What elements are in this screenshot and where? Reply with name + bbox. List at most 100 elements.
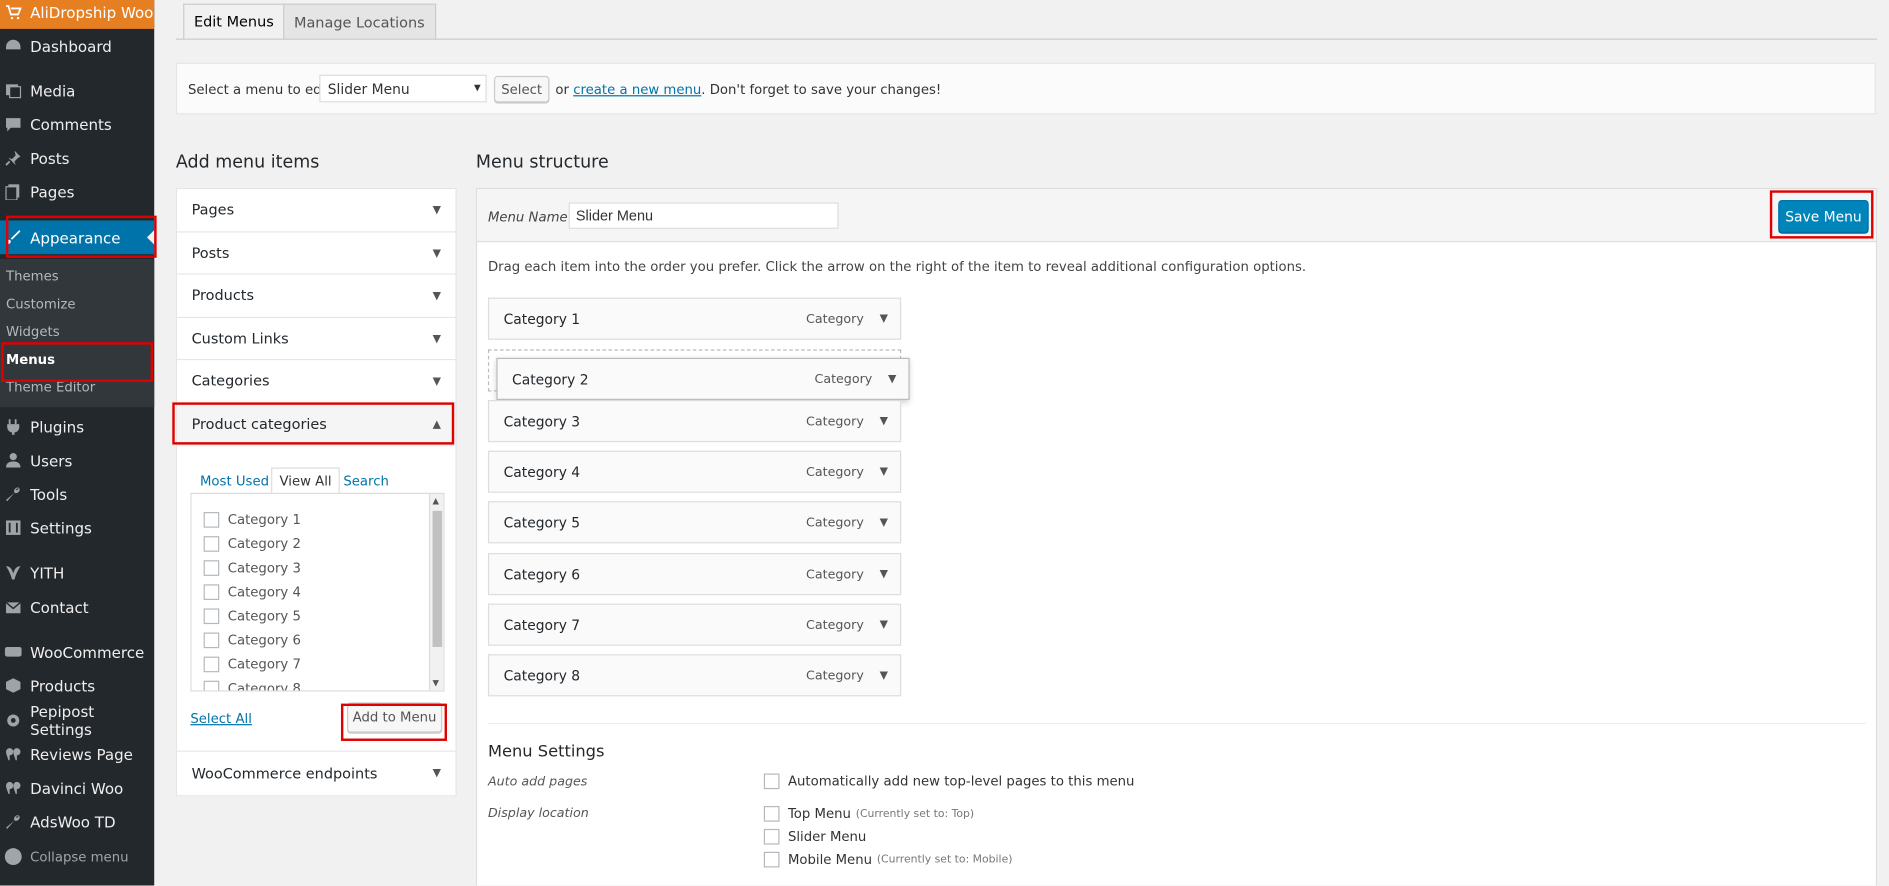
sidebar-item-woocommerce[interactable]: WooCommerce — [0, 635, 154, 669]
section-product-categories[interactable]: Product categories ▲ — [177, 403, 456, 446]
section-custom-links[interactable]: Custom Links ▼ — [177, 317, 456, 361]
tab-manage-locations[interactable]: Manage Locations — [283, 3, 436, 40]
section-posts[interactable]: Posts ▼ — [177, 231, 456, 275]
sidebar-item-appearance[interactable]: Appearance — [0, 220, 155, 255]
sidebar-item-pepipost[interactable]: Pepipost Settings — [0, 702, 154, 739]
checkbox[interactable] — [203, 536, 220, 552]
chevron-down-icon: ▼ — [432, 290, 441, 303]
create-menu-link[interactable]: create a new menu — [573, 82, 701, 98]
sidebar-item-media[interactable]: Media — [0, 73, 154, 107]
add-items-accordion: Pages ▼ Posts ▼ Products ▼ Custom Links ▼ Ca… — [175, 187, 457, 796]
select-all-link[interactable]: Select All — [190, 711, 252, 727]
sidebar-item-products[interactable]: Products — [0, 669, 154, 703]
section-products[interactable]: Products ▼ — [177, 274, 456, 318]
checkbox[interactable] — [203, 608, 220, 625]
checkbox[interactable] — [763, 806, 780, 822]
chevron-down-icon[interactable]: ▼ — [880, 669, 888, 681]
list-item[interactable]: Category 4 — [203, 584, 301, 600]
list-item[interactable]: Category 3 — [203, 560, 301, 576]
sidebar-item-posts[interactable]: Posts — [0, 141, 154, 175]
add-to-menu-button[interactable]: Add to Menu — [346, 702, 443, 733]
list-item[interactable]: Category 1 — [203, 512, 301, 528]
sidebar-item-tools[interactable]: Tools — [0, 477, 154, 511]
section-woocommerce-endpoints[interactable]: WooCommerce endpoints ▼ — [177, 751, 456, 795]
submenu-widgets[interactable]: Widgets — [6, 319, 60, 343]
wrench-icon — [5, 813, 22, 830]
sidebar-item-comments[interactable]: Comments — [0, 107, 154, 141]
yith-icon — [5, 564, 22, 581]
collapse-menu-button[interactable]: Collapse menu — [0, 840, 154, 874]
sidebar-item-label: Reviews Page — [30, 745, 133, 764]
quote-icon — [5, 746, 22, 763]
checkbox[interactable] — [203, 680, 220, 691]
checkbox[interactable] — [763, 828, 780, 845]
menu-item[interactable]: Category 6 Category ▼ — [487, 553, 902, 596]
chevron-down-icon[interactable]: ▼ — [880, 313, 888, 325]
sidebar-item-yith[interactable]: YITH — [0, 555, 154, 589]
sidebar-item-alidropship[interactable]: AliDropship Woo — [0, 0, 155, 29]
pages-icon — [5, 183, 22, 200]
chevron-down-icon[interactable]: ▼ — [888, 373, 896, 385]
submenu-customize[interactable]: Customize — [6, 292, 76, 316]
location-top-menu[interactable]: Top Menu (Currently set to: Top) — [763, 806, 974, 822]
scrollbar-thumb[interactable] — [432, 510, 443, 647]
sidebar-item-users[interactable]: Users — [0, 443, 154, 477]
chevron-down-icon[interactable]: ▼ — [880, 415, 888, 427]
menu-item[interactable]: Category 1 Category ▼ — [487, 297, 902, 340]
list-item[interactable]: Category 8 — [203, 680, 301, 691]
manage-menus-bar: Select a menu to edit: Slider Menu Selec… — [175, 62, 1876, 115]
scrollbar[interactable]: ▲ ▼ — [428, 493, 444, 691]
checkbox[interactable] — [763, 773, 780, 790]
scroll-down-icon[interactable]: ▼ — [433, 678, 439, 688]
select-button[interactable]: Select — [493, 75, 550, 103]
sidebar-item-plugins[interactable]: Plugins — [0, 410, 154, 444]
sidebar-item-adswoo[interactable]: AdsWoo TD — [0, 805, 154, 839]
sidebar-item-contact[interactable]: Contact — [0, 590, 154, 624]
list-item[interactable]: Category 7 — [203, 656, 301, 673]
list-item[interactable]: Category 2 — [203, 536, 301, 552]
menu-item-name: Category 2 — [512, 370, 589, 388]
auto-add-option[interactable]: Automatically add new top-level pages to… — [763, 773, 1134, 790]
chevron-down-icon[interactable]: ▼ — [880, 516, 888, 528]
sidebar-item-label: YITH — [30, 563, 65, 582]
menu-item[interactable]: Category 8 Category ▼ — [487, 654, 902, 697]
checkbox[interactable] — [763, 851, 780, 868]
menu-item-dragging[interactable]: Category 2 Category ▼ — [496, 357, 910, 400]
tab-view-all[interactable]: View All — [271, 467, 341, 496]
tab-edit-menus[interactable]: Edit Menus — [183, 3, 285, 40]
checkbox[interactable] — [203, 584, 220, 600]
sidebar-item-davinci[interactable]: Davinci Woo — [0, 771, 154, 805]
scroll-up-icon[interactable]: ▲ — [433, 496, 439, 506]
list-item[interactable]: Category 6 — [203, 632, 301, 649]
menu-item[interactable]: Category 4 Category ▼ — [487, 450, 902, 493]
location-name: Mobile Menu — [787, 851, 873, 868]
sidebar-item-reviews[interactable]: Reviews Page — [0, 737, 154, 771]
menu-item[interactable]: Category 7 Category ▼ — [487, 603, 902, 646]
checkbox[interactable] — [203, 656, 220, 673]
section-pages[interactable]: Pages ▼ — [177, 189, 456, 232]
location-slider-menu[interactable]: Slider Menu — [763, 828, 866, 845]
chevron-down-icon[interactable]: ▼ — [880, 619, 888, 631]
chevron-down-icon[interactable]: ▼ — [880, 466, 888, 478]
menu-item[interactable]: Category 3 Category ▼ — [487, 399, 902, 443]
sidebar-item-pages[interactable]: Pages — [0, 175, 154, 209]
submenu-theme-editor[interactable]: Theme Editor — [6, 375, 95, 399]
location-mobile-menu[interactable]: Mobile Menu (Currently set to: Mobile) — [763, 851, 1012, 868]
list-item[interactable]: Category 5 — [203, 608, 301, 625]
sidebar-item-settings[interactable]: Settings — [0, 511, 154, 545]
sidebar-item-dashboard[interactable]: Dashboard — [0, 29, 154, 63]
menu-name-input[interactable] — [568, 202, 839, 229]
tab-most-used[interactable]: Most Used — [193, 469, 276, 494]
appearance-submenu: Themes Customize Widgets Menus Theme Edi… — [0, 259, 155, 408]
menu-select[interactable]: Slider Menu — [319, 74, 487, 103]
menu-item[interactable]: Category 5 Category ▼ — [487, 501, 902, 544]
checkbox[interactable] — [203, 560, 220, 576]
checkbox[interactable] — [203, 512, 220, 528]
tab-search[interactable]: Search — [336, 469, 396, 494]
submenu-menus[interactable]: Menus — [6, 347, 55, 371]
section-categories[interactable]: Categories ▼ — [177, 360, 456, 404]
submenu-themes[interactable]: Themes — [6, 264, 59, 288]
save-menu-button[interactable]: Save Menu — [1778, 199, 1869, 233]
chevron-down-icon[interactable]: ▼ — [880, 568, 888, 580]
checkbox[interactable] — [203, 632, 220, 649]
